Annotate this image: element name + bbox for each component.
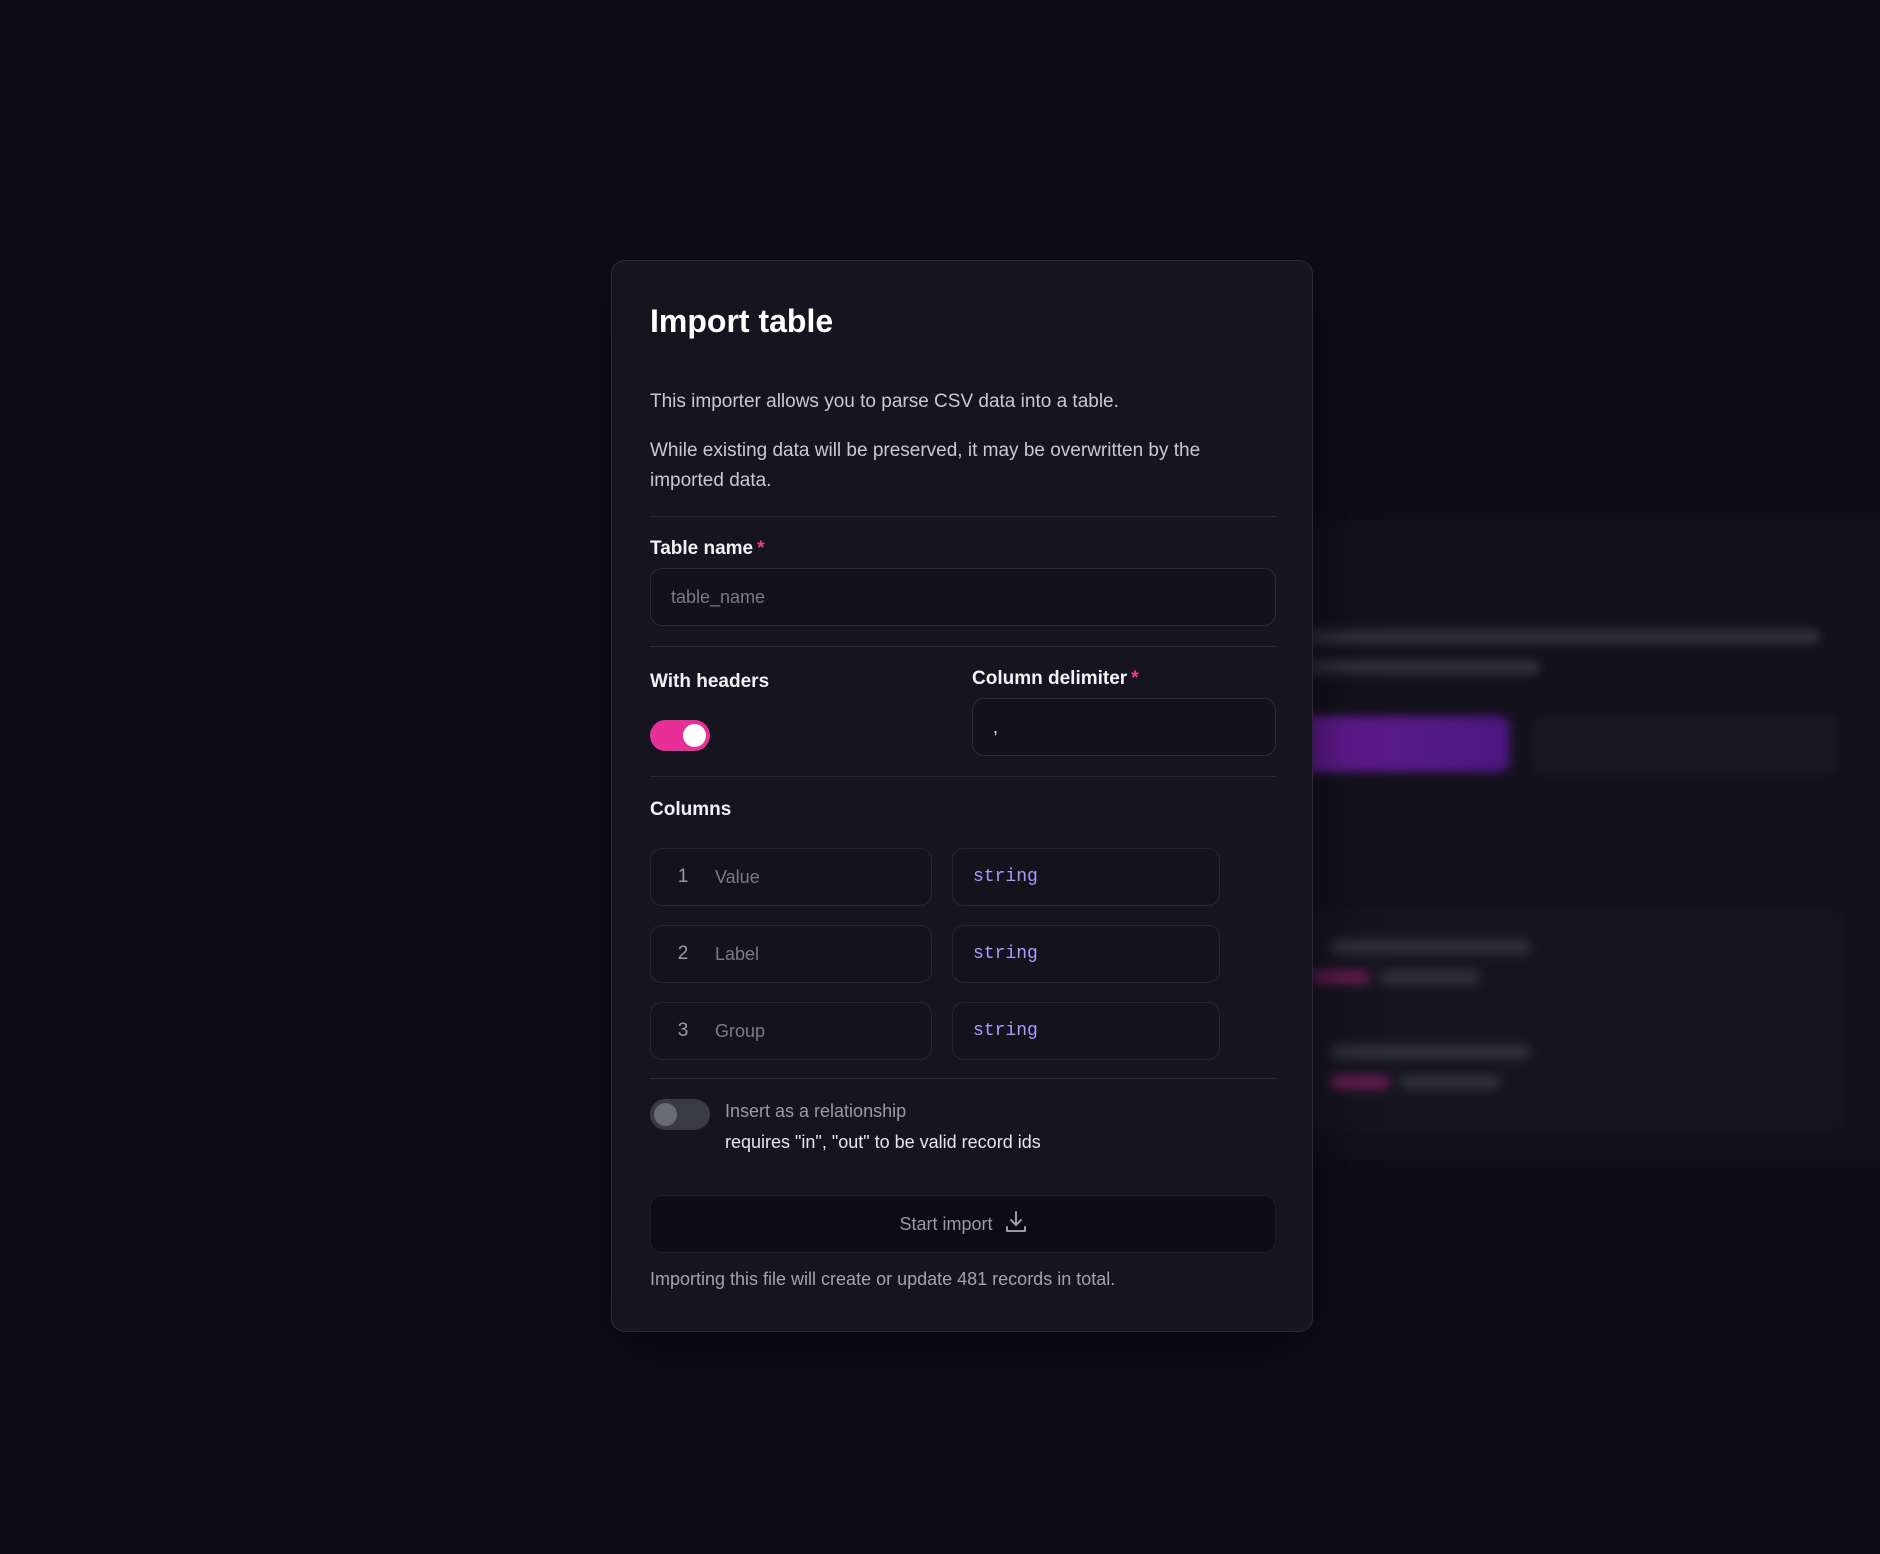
column-name-field[interactable]: 2 Label [650,925,932,983]
import-summary: Importing this file will create or updat… [650,1269,1116,1289]
column-name: Group [715,1020,766,1041]
divider [650,1078,1276,1079]
column-name: Value [715,866,760,887]
background-content-box [1300,910,1845,1130]
with-headers-toggle[interactable] [650,720,710,751]
dialog-warning: While existing data will be preserved, i… [650,440,1201,491]
start-import-label: Start import [899,1213,993,1234]
table-name-label: Table name * [650,538,765,559]
column-type-select[interactable]: string [952,925,1220,983]
required-mark: * [757,538,765,559]
column-name-field[interactable]: 3 Group [650,1002,932,1060]
required-mark: * [1131,668,1139,689]
table-name-input[interactable] [650,568,1276,626]
divider [650,776,1276,777]
background-panel [1290,520,1880,1160]
columns-label: Columns [650,799,732,820]
toggle-knob [683,724,706,747]
dialog-title: Import table [650,303,834,339]
background-primary-button [1300,716,1510,772]
column-row: 1 Value string [650,848,1220,906]
with-headers-label: With headers [650,671,770,692]
import-table-dialog: Import table This importer allows you to… [611,260,1313,1332]
relationship-label: Insert as a relationship [725,1101,907,1121]
column-row: 2 Label string [650,925,1220,983]
background-text-line [1300,630,1820,644]
column-row: 3 Group string [650,1002,1220,1060]
background-secondary-button [1534,716,1836,774]
column-delimiter-input[interactable] [972,698,1276,756]
start-import-button[interactable]: Start import [650,1195,1276,1253]
column-name: Label [715,943,760,964]
column-index: 1 [677,866,689,887]
relationship-note: requires "in", "out" to be valid record … [725,1132,1041,1152]
divider [650,516,1276,517]
relationship-toggle[interactable] [650,1099,710,1130]
column-index: 3 [677,1020,689,1041]
toggle-knob [654,1103,677,1126]
column-index: 2 [677,943,689,964]
download-icon [1005,1210,1027,1239]
column-name-field[interactable]: 1 Value [650,848,932,906]
column-type-select[interactable]: string [952,848,1220,906]
column-type-select[interactable]: string [952,1002,1220,1060]
column-delimiter-label: Column delimiter * [972,668,1139,689]
dialog-description: This importer allows you to parse CSV da… [650,391,1119,412]
divider [650,646,1276,647]
background-text-line [1300,660,1540,674]
